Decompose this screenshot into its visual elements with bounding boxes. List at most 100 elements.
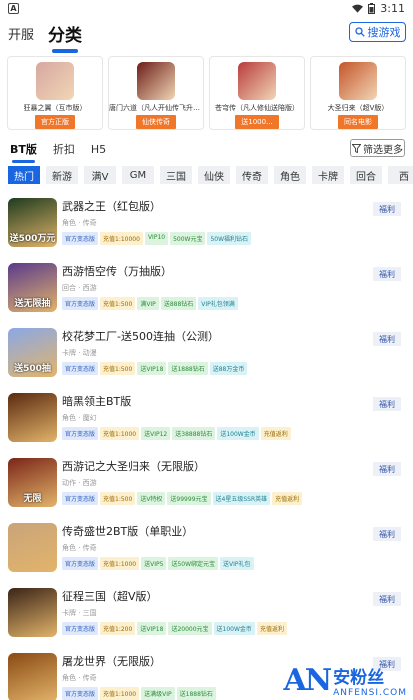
game-tag: 充值1:200	[100, 622, 136, 635]
featured-name: 大圣归来（超V版）	[327, 104, 389, 112]
game-icon-text: 送500抽	[14, 364, 51, 374]
game-tag: 送VIP12	[141, 427, 171, 440]
top-nav: 开服 分类 搜游戏	[0, 16, 413, 53]
game-tag: 充值返利	[260, 427, 291, 440]
game-tag: 送88万金币	[209, 362, 248, 375]
tab-discount[interactable]: 折扣	[53, 141, 75, 157]
game-tag: 送50W绑定元宝	[168, 557, 219, 570]
featured-card[interactable]: 大圣归来（超V版） 同名电影	[310, 56, 406, 130]
welfare-button[interactable]: 福利	[373, 397, 401, 411]
category-chip[interactable]: 新游	[46, 166, 78, 184]
game-tag: 送满级VIP	[141, 687, 175, 700]
game-row[interactable]: 暗黑领主BT版角色 · 魔幻官方变态版 充值1:1000 送VIP12 送38888钻…	[0, 387, 413, 452]
game-tag: 送4星五级SSR英雄	[212, 492, 271, 505]
category-chip[interactable]: 回合	[350, 166, 382, 184]
status-bar: A 3:11	[0, 0, 413, 16]
welfare-button[interactable]: 福利	[373, 592, 401, 606]
game-tag: 满VIP	[137, 297, 159, 310]
featured-card[interactable]: 狂暴之翼（互市版） 官方正版	[7, 56, 103, 130]
game-genre: 角色 · 魔幻	[62, 414, 97, 422]
featured-card[interactable]: 唐门六道（凡人开仙传飞升版） 仙侠传奇	[108, 56, 204, 130]
game-tag: 送1888钻石	[168, 362, 208, 375]
game-tag: 充值1:1000	[100, 687, 140, 700]
game-tag: 官方变态版	[62, 232, 99, 245]
tab-bt[interactable]: BT版	[10, 141, 37, 163]
featured-badge: 送1000...	[235, 115, 279, 129]
game-tags: 官方变态版 充值1:200 送VIP18 送20000元宝 送100W金币 充值返利	[62, 622, 287, 635]
game-tag: 送99999元宝	[167, 492, 211, 505]
search-game-label: 搜游戏	[367, 26, 401, 39]
category-chip[interactable]: 三国	[160, 166, 192, 184]
category-chip[interactable]: GM	[122, 166, 154, 184]
category-chip[interactable]: 满V	[84, 166, 116, 184]
game-tag: 50W福利钻石	[207, 232, 252, 245]
category-chip[interactable]: 热门	[8, 166, 40, 184]
game-tag: 充值返利	[256, 622, 287, 635]
game-row[interactable]: 送无限抽 西游悟空传（万抽版） 回合 · 西游 官方变态版 充值1:500 满VIP 送88…	[0, 257, 413, 322]
search-game-button[interactable]: 搜游戏	[349, 22, 406, 42]
game-tags: 官方变态版 充值1:1000 送VIP12 送38888钻石 送100W金币 充值返利	[62, 427, 291, 440]
game-tags: 官方变态版 充值1:500 送VIP18 送1888钻石 送88万金币	[62, 362, 248, 375]
category-chip[interactable]: 仙侠	[198, 166, 230, 184]
game-tag: 送100W金币	[217, 427, 259, 440]
game-tag: 官方变态版	[62, 362, 99, 375]
game-row[interactable]: 无限 西游记之大圣归来（无限版） 动作 · 西游 官方变态版 充值1:500 送V特权 送9…	[0, 452, 413, 517]
game-tag: 充值1:1000	[100, 557, 140, 570]
featured-name: 狂暴之翼（互市版）	[23, 104, 87, 112]
game-tag: 500W元宝	[170, 232, 206, 245]
game-icon: 送无限抽	[8, 263, 57, 312]
game-tag: 充值1:500	[100, 492, 136, 505]
game-row[interactable]: 传奇盛世2BT版（单职业） 角色 · 传奇 官方变态版 充值1:1000 送VIP5 送5…	[0, 517, 413, 582]
game-thumbnail	[137, 62, 175, 100]
game-title: 传奇盛世2BT版（单职业）	[62, 525, 194, 538]
welfare-button[interactable]: 福利	[373, 332, 401, 346]
game-tag: 官方变态版	[62, 687, 99, 700]
notification-icon: A	[8, 2, 19, 14]
game-icon-text: 送无限抽	[14, 299, 51, 309]
category-chip[interactable]: 卡牌	[312, 166, 344, 184]
game-row[interactable]: 征程三国（超V版） 卡牌 · 三国 官方变态版 充值1:200 送VIP18 送20000…	[0, 582, 413, 647]
filter-more-label: 筛选更多	[363, 144, 403, 156]
game-icon-text: 送500万元	[9, 234, 56, 244]
game-genre: 角色 · 传奇	[62, 219, 97, 227]
featured-badge: 官方正版	[35, 115, 75, 129]
tab-category[interactable]: 分类	[48, 21, 82, 53]
status-right: 3:11	[352, 2, 405, 15]
featured-card[interactable]: 苍穹传（凡人修仙送陪版） 送1000...	[209, 56, 305, 130]
category-chip[interactable]: 西	[388, 166, 413, 184]
game-thumbnail	[339, 62, 377, 100]
filter-more-button[interactable]: 筛选更多	[350, 139, 405, 157]
welfare-button[interactable]: 福利	[373, 462, 401, 476]
game-tag: 官方变态版	[62, 492, 99, 505]
game-title: 校花梦工厂-送500连抽（公测）	[62, 330, 219, 343]
game-icon: 送500万元	[8, 198, 57, 247]
game-genre: 卡牌 · 动漫	[62, 349, 97, 357]
game-row[interactable]: 送500抽 校花梦工厂-送500连抽（公测） 卡牌 · 动漫官方变态版 充值1:500…	[0, 322, 413, 387]
search-icon	[354, 27, 365, 37]
game-tag: 送1888钻石	[176, 687, 216, 700]
featured-badge: 仙侠传奇	[136, 115, 176, 129]
clock: 3:11	[380, 1, 405, 15]
tab-kaifu[interactable]: 开服	[8, 24, 34, 43]
game-thumbnail	[36, 62, 74, 100]
game-tag: 送888钻石	[160, 297, 197, 310]
welfare-button[interactable]: 福利	[373, 527, 401, 541]
watermark-logo: AN	[283, 663, 332, 698]
tab-h5[interactable]: H5	[91, 143, 106, 156]
status-left: A	[8, 2, 19, 14]
game-icon: 无限	[8, 458, 57, 507]
game-tag: 充值1:1000	[100, 427, 140, 440]
featured-name: 唐门六道（凡人开仙传飞升版）	[109, 104, 203, 112]
game-tag: 充值1:10000	[100, 232, 143, 245]
game-tag: 充值返利	[272, 492, 303, 505]
welfare-button[interactable]: 福利	[373, 267, 401, 281]
site-watermark: AN 安粉丝 ANFENSI.COM	[283, 663, 407, 698]
category-chip[interactable]: 传奇	[236, 166, 268, 184]
game-title: 暗黑领主BT版	[62, 395, 132, 408]
game-tag: 送V特权	[137, 492, 166, 505]
game-thumbnail	[238, 62, 276, 100]
welfare-button[interactable]: 福利	[373, 202, 401, 216]
game-row[interactable]: 送500万元 武器之王（红包版） 角色 · 传奇 官方变态版 充值1:10000 VIP1…	[0, 192, 413, 257]
game-icon	[8, 523, 57, 572]
category-chip[interactable]: 角色	[274, 166, 306, 184]
